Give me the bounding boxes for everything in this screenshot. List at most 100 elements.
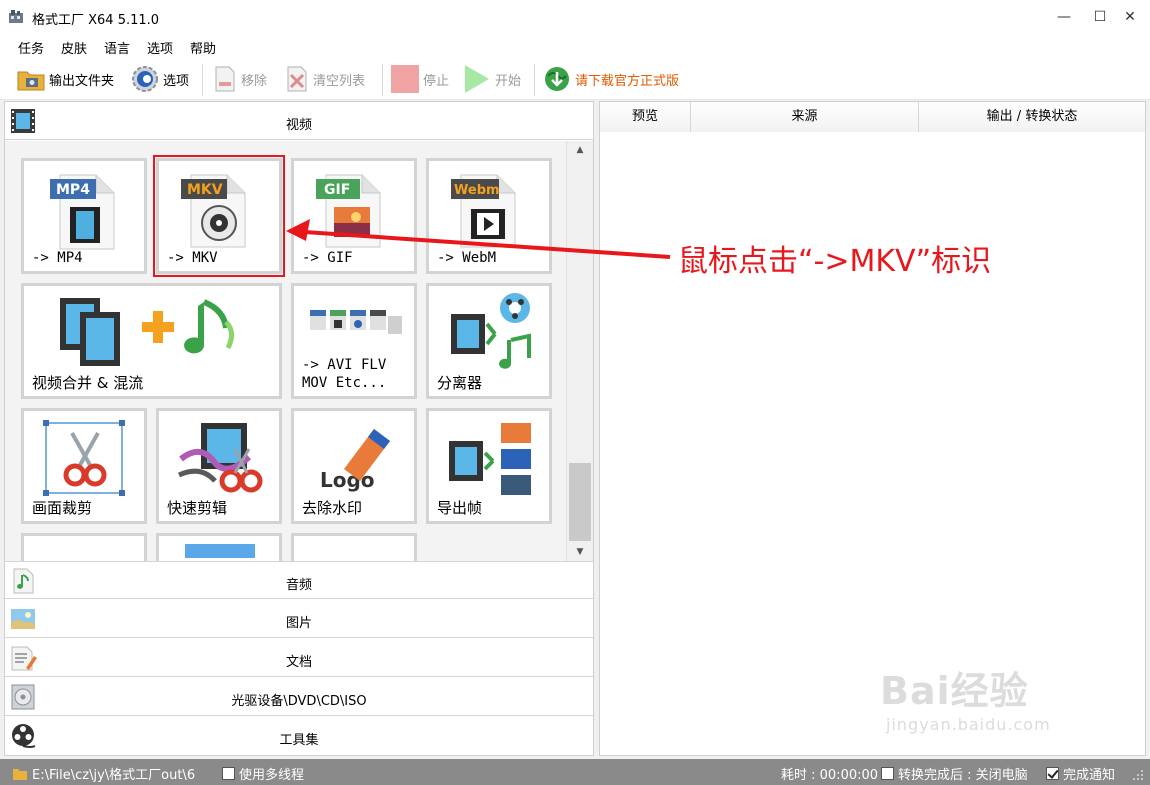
tile-merge-mux[interactable]: 视频合并 & 混流 <box>21 283 282 399</box>
minimize-button[interactable]: — <box>1046 4 1082 30</box>
notify-label: 完成通知 <box>1063 768 1116 783</box>
menu-language[interactable]: 语言 <box>104 38 130 57</box>
clear-list-button[interactable]: 清空列表 <box>284 62 365 96</box>
scroll-up-arrow-icon[interactable]: ▲ <box>567 141 593 159</box>
tile-remove-watermark[interactable]: Logo 去除水印 <box>291 408 417 524</box>
start-button[interactable]: 开始 <box>462 62 521 96</box>
tile-crop[interactable]: 画面裁剪 <box>21 408 147 524</box>
category-document-label: 文档 <box>285 655 312 670</box>
download-official-button[interactable]: 请下载官方正式版 <box>542 62 679 96</box>
output-path[interactable]: E:\File\cz\jy\格式工厂out\6 <box>12 764 195 783</box>
resize-grip-icon[interactable] <box>1132 769 1144 781</box>
tile-remove-watermark-label: 去除水印 <box>302 499 363 517</box>
status-bar: E:\File\cz\jy\格式工厂out\6 使用多线程 耗时 : 00:00… <box>0 759 1150 785</box>
column-output-status[interactable]: 输出 / 转换状态 <box>919 102 1145 132</box>
mkv-file-icon: MKV <box>181 174 246 248</box>
splitter-icon <box>451 293 531 369</box>
tile-splitter[interactable]: 分离器 <box>426 283 552 399</box>
scroll-thumb[interactable] <box>569 463 591 541</box>
multithread-checkbox[interactable] <box>222 767 235 780</box>
remove-label: 移除 <box>241 73 268 89</box>
grid-scrollbar[interactable]: ▲ ▼ <box>566 141 593 561</box>
start-label: 开始 <box>495 73 522 89</box>
svg-text:MKV: MKV <box>187 182 223 198</box>
options-label: 选项 <box>163 73 190 89</box>
elapsed-time-text: 耗时 : 00:00:00 <box>781 768 879 783</box>
stop-icon <box>391 65 419 93</box>
folder-icon <box>17 71 45 91</box>
category-video-label: 视频 <box>285 118 312 133</box>
tile-quick-cut[interactable]: 快速剪辑 <box>156 408 282 524</box>
tile-avi-flv-mov[interactable]: -> AVI FLV MOV Etc... <box>291 283 417 399</box>
category-audio-header[interactable]: 音频 <box>5 561 593 599</box>
elapsed-time: 耗时 : 00:00:00 <box>781 764 878 783</box>
tile-partial-icon <box>185 544 255 558</box>
title-bar: 格式工厂 X64 5.11.0 — ☐ ✕ <box>0 0 1150 34</box>
menu-help[interactable]: 帮助 <box>190 38 216 57</box>
baidu-jingyan-watermark: Bai经验 jingyan.baidu.com <box>880 660 1051 734</box>
tile-avi-label-line2: MOV Etc... <box>302 375 387 391</box>
stop-button[interactable]: 停止 <box>390 62 449 96</box>
clear-list-label: 清空列表 <box>313 73 366 89</box>
menu-options[interactable]: 选项 <box>147 38 173 57</box>
remove-button[interactable]: 移除 <box>212 62 267 96</box>
stop-label: 停止 <box>423 73 450 89</box>
quick-cut-icon <box>177 423 263 493</box>
menu-skin[interactable]: 皮肤 <box>61 38 87 57</box>
category-disc-header[interactable]: 光驱设备\DVD\CD\ISO <box>5 678 593 716</box>
svg-text:MP4: MP4 <box>56 182 90 198</box>
tile-mp4-label: -> MP4 <box>32 250 83 266</box>
category-document-header[interactable]: 文档 <box>5 639 593 677</box>
output-folder-button[interactable]: 输出文件夹 <box>16 62 114 96</box>
notify-option[interactable]: 完成通知 <box>1046 764 1115 783</box>
after-convert-label: 转换完成后 : 关闭电脑 <box>898 768 1028 783</box>
app-window: 格式工厂 X64 5.11.0 — ☐ ✕ 任务 皮肤 语言 选项 帮助 输出文… <box>0 0 1150 785</box>
annotation-arrow-icon <box>286 219 671 259</box>
column-preview[interactable]: 预览 <box>600 102 691 132</box>
crop-scissors-icon <box>43 420 125 496</box>
globe-download-icon <box>545 67 569 91</box>
category-image-header[interactable]: 图片 <box>5 600 593 638</box>
tile-export-frames[interactable]: 导出帧 <box>426 408 552 524</box>
close-button[interactable]: ✕ <box>1112 4 1148 30</box>
category-video-header[interactable]: 视频 <box>5 102 593 140</box>
output-path-text: E:\File\cz\jy\格式工厂out\6 <box>32 768 196 783</box>
window-title: 格式工厂 X64 5.11.0 <box>32 13 160 28</box>
output-folder-label: 输出文件夹 <box>49 73 115 89</box>
toolbar-divider <box>202 64 203 96</box>
svg-text:Webm: Webm <box>454 183 500 198</box>
gear-icon <box>132 66 158 92</box>
tile-partial[interactable] <box>21 533 147 561</box>
toolbar: 输出文件夹 选项 移除 清空列表 停止 开始 请下载官方正式版 <box>0 58 1150 100</box>
clear-list-icon <box>287 66 307 92</box>
mp4-file-icon: MP4 <box>50 174 115 250</box>
options-button[interactable]: 选项 <box>130 62 189 96</box>
multithread-label: 使用多线程 <box>239 768 305 783</box>
category-panel: 视频 MP4 -> MP4 MKV -> MKV GIF -> GIF Webm… <box>4 101 594 756</box>
eraser-icon: Logo <box>320 429 390 492</box>
column-source[interactable]: 来源 <box>691 102 919 132</box>
menu-task[interactable]: 任务 <box>18 38 44 57</box>
tile-crop-label: 画面裁剪 <box>32 499 93 517</box>
tile-avi-label: -> AVI FLV MOV Etc... <box>302 356 386 392</box>
tile-mkv[interactable]: MKV -> MKV <box>153 155 285 277</box>
notify-checkbox[interactable] <box>1046 767 1059 780</box>
tile-mkv-label: -> MKV <box>167 250 218 266</box>
watermark-url: jingyan.baidu.com <box>886 715 1051 734</box>
app-icon <box>9 10 23 23</box>
video-tool-grid: MP4 -> MP4 MKV -> MKV GIF -> GIF Webm ->… <box>5 141 566 561</box>
tile-quick-cut-label: 快速剪辑 <box>167 499 228 517</box>
annotation-text: 鼠标点击“->MKV”标识 <box>678 244 992 279</box>
tile-partial[interactable] <box>291 533 417 561</box>
category-image-label: 图片 <box>285 616 312 631</box>
category-disc-label: 光驱设备\DVD\CD\ISO <box>231 694 367 709</box>
tile-mp4[interactable]: MP4 -> MP4 <box>21 158 147 274</box>
after-convert-option[interactable]: 转换完成后 : 关闭电脑 <box>881 764 1028 783</box>
category-tools-header[interactable]: 工具集 <box>5 717 593 755</box>
multithread-option[interactable]: 使用多线程 <box>222 764 304 783</box>
tile-partial[interactable] <box>156 533 282 561</box>
tile-splitter-label: 分离器 <box>437 374 483 392</box>
after-convert-checkbox[interactable] <box>881 767 894 780</box>
toolbar-divider <box>382 64 383 96</box>
scroll-down-arrow-icon[interactable]: ▼ <box>567 543 593 561</box>
